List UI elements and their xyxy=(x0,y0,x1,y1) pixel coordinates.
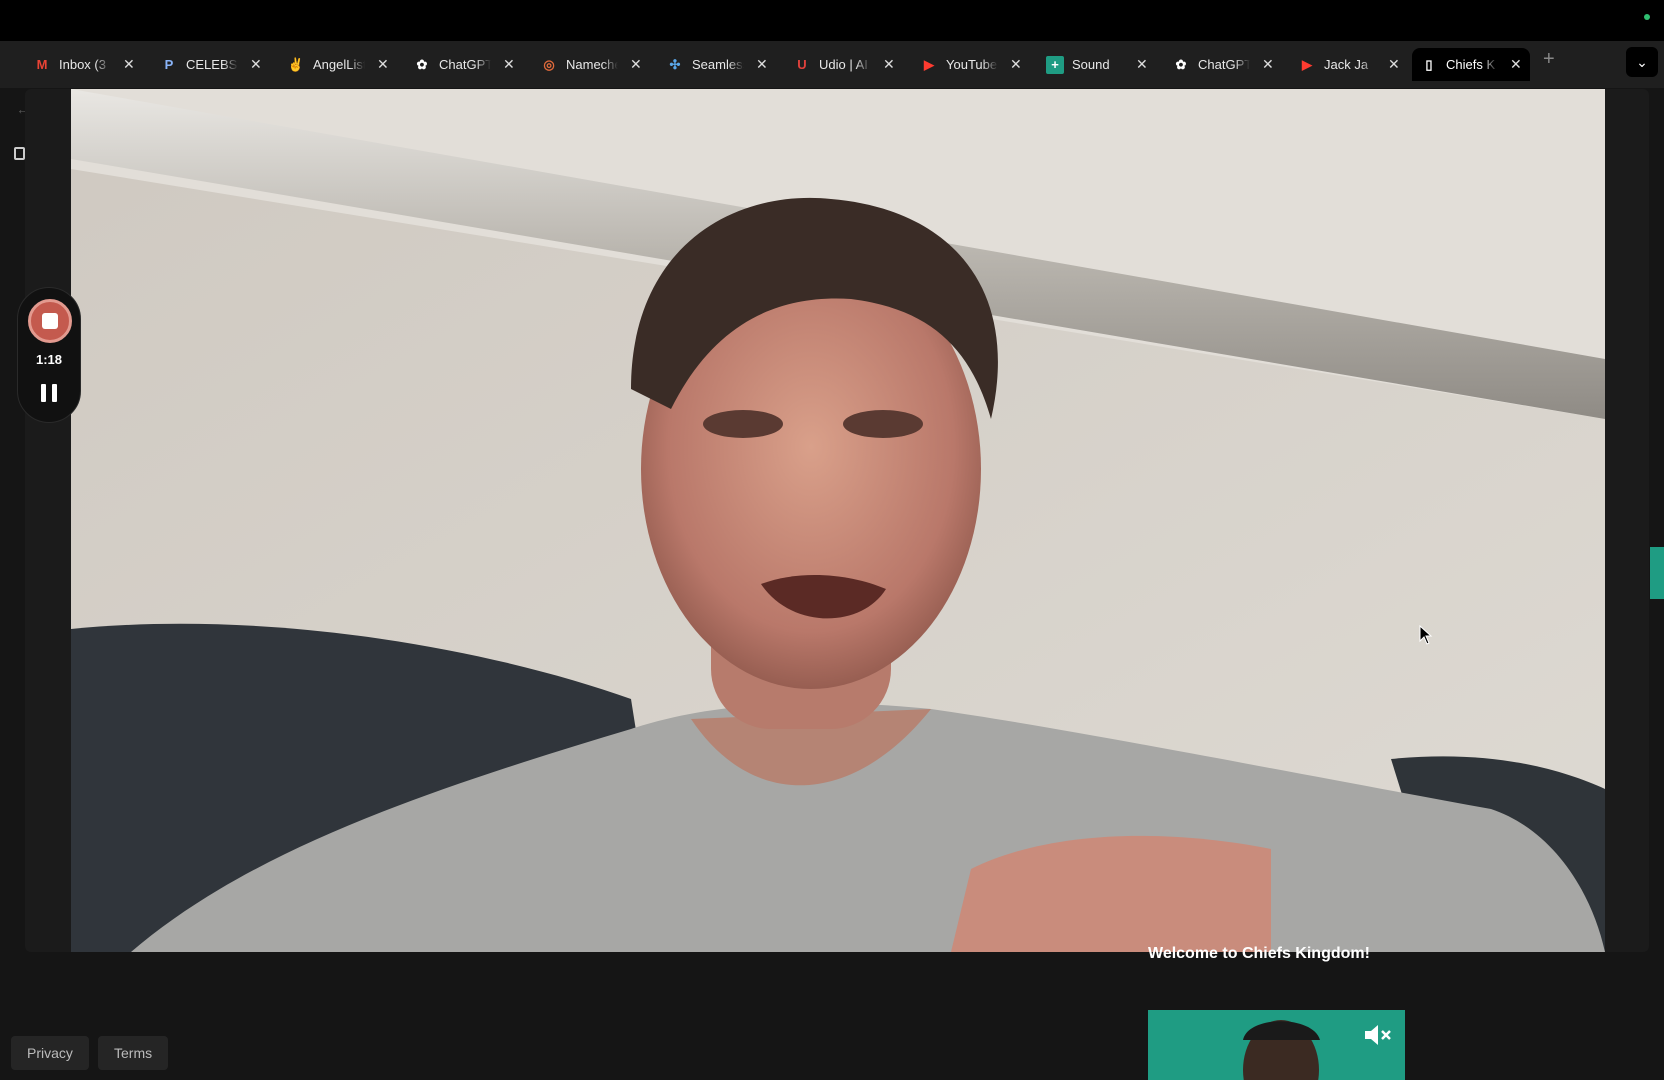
youtube-icon: ▶ xyxy=(924,56,934,72)
welcome-heading: Welcome to Chiefs Kingdom! xyxy=(1148,945,1370,962)
close-icon[interactable]: ✕ xyxy=(123,56,135,73)
webcam-video[interactable] xyxy=(71,89,1605,952)
close-icon[interactable]: ✕ xyxy=(630,56,642,73)
tab-title: AngelList xyxy=(313,57,365,72)
close-icon[interactable]: ✕ xyxy=(250,56,262,73)
close-icon[interactable]: ✕ xyxy=(1388,56,1400,73)
tab-youtube[interactable]: ▶ YouTube ✕ xyxy=(912,48,1030,81)
video-thumbnail[interactable] xyxy=(1148,1010,1405,1080)
tab-title: Namecheap xyxy=(566,57,618,72)
tab-chatgpt-2[interactable]: ✿ ChatGPT ✕ xyxy=(1164,48,1282,81)
privacy-link[interactable]: Privacy xyxy=(11,1036,89,1070)
chatgpt-icon: ✿ xyxy=(1175,56,1187,72)
angellist-icon: ✌ xyxy=(287,56,305,72)
close-icon[interactable]: ✕ xyxy=(1136,56,1148,73)
tab-title: ChatGPT xyxy=(1198,57,1250,72)
tab-title: Inbox (3 xyxy=(59,57,106,72)
tab-sound[interactable]: + Sound ✕ xyxy=(1038,48,1156,81)
tab-title: Jack Ja xyxy=(1324,57,1369,72)
mouse-cursor-icon xyxy=(1419,625,1433,645)
tab-title: Udio | AI xyxy=(819,57,868,72)
tab-title: Chiefs K xyxy=(1446,57,1496,72)
side-tab[interactable] xyxy=(1650,547,1664,599)
close-icon[interactable]: ✕ xyxy=(1262,56,1274,73)
youtube-icon: ▶ xyxy=(1302,56,1312,72)
browser-tabstrip: M Inbox (3 ✕ P CELEBS ✕ ✌ AngelList ✕ ✿ … xyxy=(0,41,1664,111)
namecheap-icon: ◎ xyxy=(543,56,555,72)
tab-inbox[interactable]: M Inbox (3 ✕ xyxy=(25,48,143,81)
stop-icon xyxy=(42,313,58,329)
tab-celebs[interactable]: P CELEBS ✕ xyxy=(152,48,270,81)
tab-jack[interactable]: ▶ Jack Ja ✕ xyxy=(1290,48,1408,81)
document-icon xyxy=(14,147,25,160)
recording-controls: 1:18 xyxy=(17,287,81,423)
gmail-icon: M xyxy=(36,57,48,72)
new-tab-button[interactable]: + xyxy=(1543,48,1555,71)
tab-udio[interactable]: U Udio | AI ✕ xyxy=(785,48,903,81)
tab-chatgpt[interactable]: ✿ ChatGPT ✕ xyxy=(405,48,523,81)
tab-title: YouTube xyxy=(946,57,998,72)
mute-icon[interactable] xyxy=(1363,1022,1393,1048)
tab-title: Sound xyxy=(1072,57,1110,72)
recording-timer: 1:18 xyxy=(35,352,63,367)
chatgpt-icon: ✿ xyxy=(416,56,428,72)
tab-title: ChatGPT xyxy=(439,57,491,72)
stop-recording-button[interactable] xyxy=(28,299,72,343)
close-icon[interactable]: ✕ xyxy=(1510,56,1522,73)
tab-search-button[interactable]: ⌄ xyxy=(1626,47,1658,77)
close-icon[interactable]: ✕ xyxy=(756,56,768,73)
close-icon[interactable]: ✕ xyxy=(883,56,895,73)
udio-icon: U xyxy=(797,57,807,72)
tab-chiefs[interactable]: ▯ Chiefs K ✕ xyxy=(1412,48,1530,81)
celebs-icon: P xyxy=(164,57,174,72)
tab-title: Seamless xyxy=(692,57,744,72)
pause-icon[interactable] xyxy=(41,384,57,402)
close-icon[interactable]: ✕ xyxy=(1010,56,1022,73)
tab-title: CELEBS xyxy=(186,57,238,72)
close-icon[interactable]: ✕ xyxy=(503,56,515,73)
os-menu-bar xyxy=(0,0,1664,41)
sound-icon: + xyxy=(1046,55,1064,74)
status-dot xyxy=(1644,14,1650,20)
webcam-frame xyxy=(71,89,1605,952)
tab-angellist[interactable]: ✌ AngelList ✕ xyxy=(279,48,397,81)
close-icon[interactable]: ✕ xyxy=(377,56,389,73)
terms-link[interactable]: Terms xyxy=(98,1036,169,1070)
chevron-down-icon: ⌄ xyxy=(1636,53,1648,70)
tab-namecheap[interactable]: ◎ Namecheap ✕ xyxy=(532,48,650,81)
doc-icon: ▯ xyxy=(1425,56,1433,72)
seamless-icon: ✣ xyxy=(669,56,681,72)
tab-seamless[interactable]: ✣ Seamless ✕ xyxy=(658,48,776,81)
